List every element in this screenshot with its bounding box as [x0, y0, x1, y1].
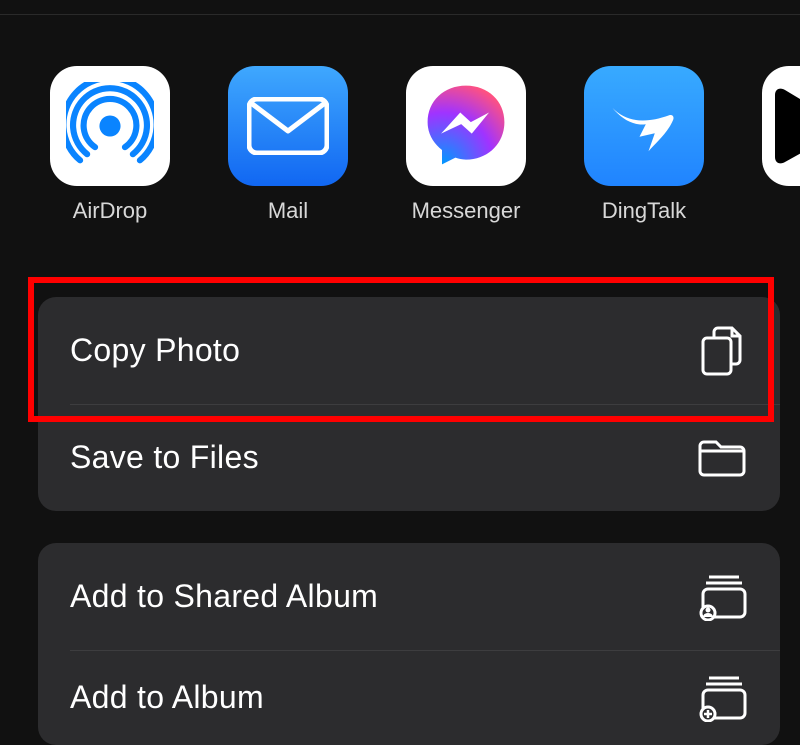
- messenger-icon: [406, 66, 526, 186]
- action-label: Add to Album: [70, 679, 264, 716]
- airdrop-icon: [50, 66, 170, 186]
- share-app-dingtalk[interactable]: DingTalk: [584, 66, 704, 224]
- mail-icon: [228, 66, 348, 186]
- share-app-label: Mail: [268, 198, 308, 224]
- share-app-label: DingTalk: [602, 198, 686, 224]
- share-app-next[interactable]: C: [762, 66, 800, 224]
- share-app-mail[interactable]: Mail: [228, 66, 348, 224]
- shared-album-icon: [694, 569, 750, 625]
- action-add-album[interactable]: Add to Album: [38, 650, 780, 745]
- share-app-label: Messenger: [412, 198, 521, 224]
- add-album-icon: [694, 670, 750, 726]
- dingtalk-icon: [584, 66, 704, 186]
- action-label: Copy Photo: [70, 332, 240, 369]
- folder-icon: [694, 430, 750, 486]
- share-app-airdrop[interactable]: AirDrop: [50, 66, 170, 224]
- action-label: Add to Shared Album: [70, 578, 378, 615]
- action-add-shared-album[interactable]: Add to Shared Album: [38, 543, 780, 650]
- share-app-label: AirDrop: [73, 198, 148, 224]
- share-app-messenger[interactable]: Messenger: [406, 66, 526, 224]
- action-label: Save to Files: [70, 439, 259, 476]
- sheet-divider: [0, 14, 800, 15]
- share-apps-row: AirDrop Mail Me: [0, 66, 800, 224]
- copy-icon: [694, 323, 750, 379]
- action-save-files[interactable]: Save to Files: [38, 404, 780, 511]
- action-copy-photo[interactable]: Copy Photo: [38, 297, 780, 404]
- capcut-icon: [762, 66, 800, 186]
- actions-group-1: Copy Photo Save to Files: [38, 297, 780, 511]
- actions-group-2: Add to Shared Album Add to Album: [38, 543, 780, 745]
